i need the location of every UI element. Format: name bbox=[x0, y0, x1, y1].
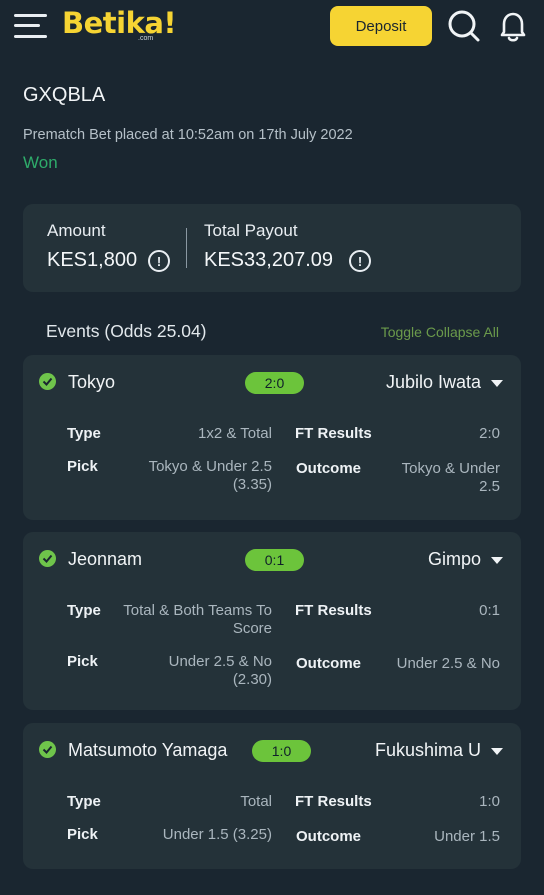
ft-results-value: 2:0 bbox=[479, 425, 500, 442]
search-icon[interactable] bbox=[447, 9, 481, 43]
events-title: Events (Odds 25.04) bbox=[46, 321, 207, 341]
type-label: Type bbox=[67, 602, 101, 619]
chevron-down-icon[interactable] bbox=[491, 380, 503, 387]
away-team: Gimpo bbox=[427, 549, 481, 569]
event-card: Jeonnam 0:1 Gimpo Type Total & Both Team… bbox=[23, 532, 521, 710]
toggle-collapse-all-link[interactable]: Toggle Collapse All bbox=[381, 324, 499, 340]
outcome-label: Outcome bbox=[296, 828, 362, 845]
ft-results-value: 0:1 bbox=[479, 602, 500, 619]
home-team: Tokyo bbox=[68, 372, 116, 392]
amount-info-icon[interactable]: ! bbox=[148, 250, 170, 272]
bet-placed-info: Prematch Bet placed at 10:52am on 17th J… bbox=[23, 127, 353, 143]
type-value: 1x2 & Total bbox=[198, 425, 272, 442]
amount-label: Amount bbox=[47, 221, 106, 240]
type-value: Total & Both Teams To Score bbox=[123, 602, 272, 637]
home-team: Matsumoto Yamaga bbox=[68, 740, 228, 760]
chevron-down-icon[interactable] bbox=[491, 748, 503, 755]
pick-label: Pick bbox=[67, 826, 98, 843]
top-bar: Betika! .com Deposit bbox=[0, 0, 544, 56]
chevron-down-icon[interactable] bbox=[491, 557, 503, 564]
ft-results-label: FT Results bbox=[295, 602, 372, 619]
check-icon bbox=[39, 550, 56, 567]
outcome-value: Under 2.5 & No bbox=[396, 655, 500, 672]
away-team: Fukushima U bbox=[374, 740, 481, 760]
bet-status: Won bbox=[23, 153, 58, 172]
betika-logo[interactable]: Betika! bbox=[62, 6, 177, 46]
event-card: Tokyo 2:0 Jubilo Iwata Type 1x2 & Total … bbox=[23, 355, 521, 520]
score-badge: 0:1 bbox=[245, 549, 304, 571]
pick-value: Tokyo & Under 2.5 (3.35) bbox=[148, 458, 272, 493]
type-value: Total bbox=[240, 793, 272, 810]
pick-value: Under 2.5 & No (2.30) bbox=[168, 653, 272, 688]
total-payout-label: Total Payout bbox=[204, 221, 298, 240]
outcome-label: Outcome bbox=[296, 655, 362, 672]
notification-bell-icon[interactable] bbox=[496, 9, 530, 43]
summary-divider bbox=[186, 228, 187, 268]
score-badge: 2:0 bbox=[245, 372, 304, 394]
amount-value: KES1,800 bbox=[47, 249, 138, 271]
score-badge: 1:0 bbox=[252, 740, 311, 762]
outcome-value: Tokyo & Under 2.5 bbox=[401, 460, 500, 495]
outcome-label: Outcome bbox=[296, 460, 362, 477]
logo-subtext: .com bbox=[138, 35, 154, 42]
type-label: Type bbox=[67, 425, 101, 442]
away-team: Jubilo Iwata bbox=[385, 372, 481, 392]
home-team: Jeonnam bbox=[68, 549, 143, 569]
payout-info-icon[interactable]: ! bbox=[349, 250, 371, 272]
outcome-value: Under 1.5 bbox=[434, 828, 500, 845]
ft-results-label: FT Results bbox=[295, 425, 372, 442]
type-label: Type bbox=[67, 793, 101, 810]
check-icon bbox=[39, 373, 56, 390]
pick-value: Under 1.5 (3.25) bbox=[162, 826, 272, 843]
check-icon bbox=[39, 741, 56, 758]
total-payout-value: KES33,207.09 bbox=[204, 249, 333, 271]
deposit-button[interactable]: Deposit bbox=[330, 6, 432, 46]
ft-results-label: FT Results bbox=[295, 793, 372, 810]
bet-code: GXQBLA bbox=[23, 84, 106, 106]
pick-label: Pick bbox=[67, 458, 98, 475]
ft-results-value: 1:0 bbox=[479, 793, 500, 810]
hamburger-menu-icon[interactable] bbox=[14, 12, 47, 40]
pick-label: Pick bbox=[67, 653, 98, 670]
event-card: Matsumoto Yamaga 1:0 Fukushima U Type To… bbox=[23, 723, 521, 869]
bet-summary-card: Amount KES1,800 ! Total Payout KES33,207… bbox=[23, 204, 521, 292]
